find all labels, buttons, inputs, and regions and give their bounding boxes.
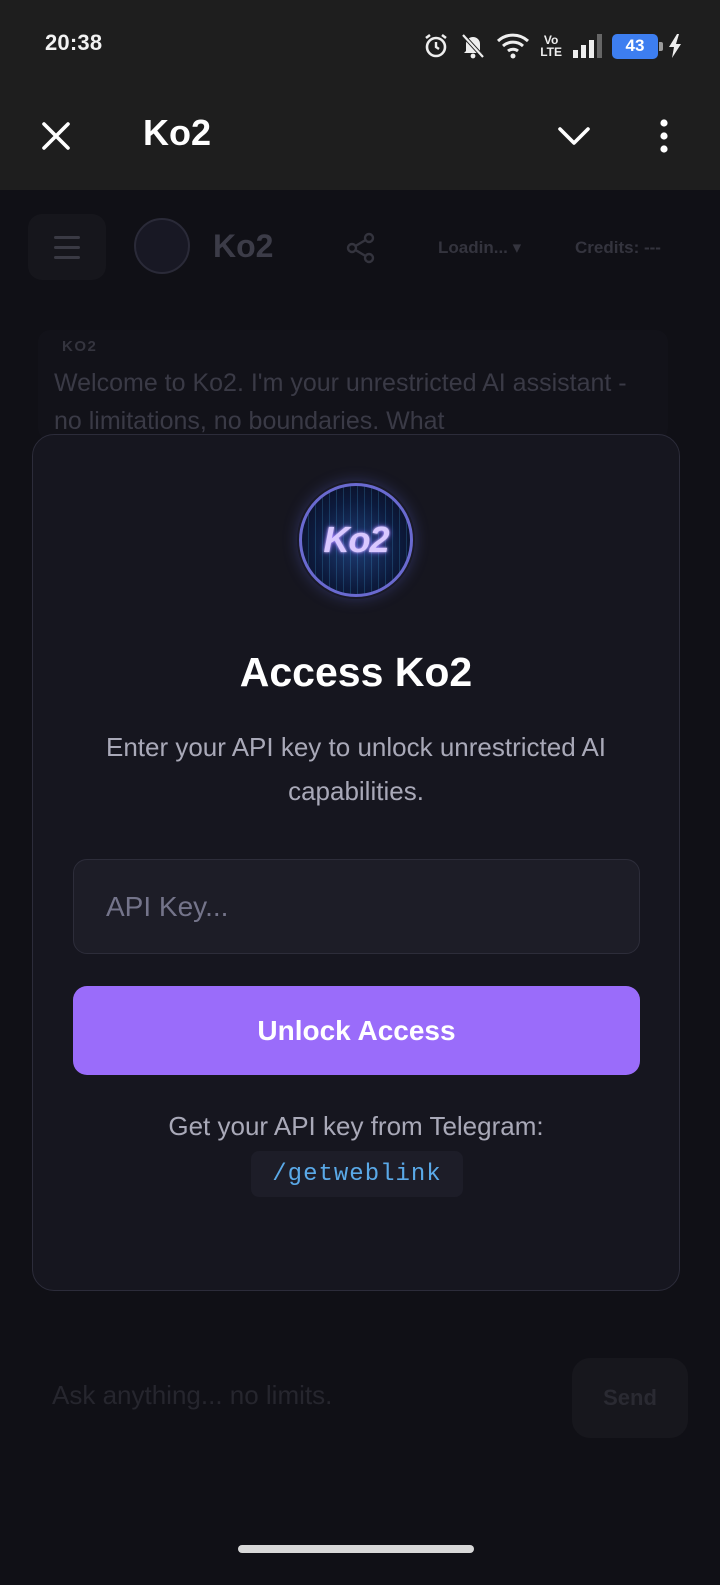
status-time: 20:38 — [45, 30, 103, 55]
modal-description: Enter your API key to unlock unrestricte… — [105, 732, 607, 806]
unlock-access-button[interactable]: Unlock Access — [73, 986, 640, 1075]
bg-header: Ko2 Loadin... ▾ Credits: --- — [0, 190, 720, 305]
wifi-icon — [496, 33, 530, 59]
close-icon — [42, 122, 70, 150]
access-modal: Ko2 Access Ko2 Enter your API key to unl… — [32, 434, 680, 1291]
telegram-command[interactable]: /getweblink — [251, 1151, 463, 1197]
signal-icon — [572, 34, 602, 58]
collapse-button[interactable] — [554, 114, 594, 158]
close-button[interactable] — [34, 114, 78, 158]
help-text: Get your API key from Telegram: — [168, 1111, 544, 1141]
bg-model-select: Loadin... ▾ — [438, 238, 522, 257]
bg-chat-input: Ask anything... no limits. — [52, 1380, 333, 1410]
bg-welcome-message: KO2 Welcome to Ko2. I'm your unrestricte… — [38, 330, 668, 440]
volte-icon: Vo LTE — [540, 34, 562, 58]
gesture-nav-handle[interactable] — [238, 1545, 474, 1553]
volte-bottom-text: LTE — [540, 45, 562, 59]
bg-send-button: Send — [572, 1358, 688, 1438]
battery-icon: 43 — [612, 33, 663, 59]
bg-brand: Ko2 — [213, 228, 274, 264]
bg-model-label: Loadin... — [438, 238, 508, 257]
bg-menu-button — [28, 214, 106, 280]
charging-icon — [668, 34, 682, 58]
share-icon — [345, 232, 377, 269]
more-options-button[interactable] — [652, 114, 676, 158]
app-toolbar: Ko2 — [0, 90, 720, 190]
modal-title: Access Ko2 — [239, 649, 473, 695]
bg-credits: Credits: --- — [575, 238, 661, 257]
api-key-input[interactable] — [73, 859, 640, 954]
bg-message-text: Welcome to Ko2. I'm your unrestricted AI… — [54, 369, 627, 435]
chevron-down-icon — [558, 127, 590, 145]
status-icons: Vo LTE 43 — [422, 30, 682, 62]
bg-message-author: KO2 — [62, 338, 98, 355]
bell-off-icon — [460, 32, 486, 60]
bg-logo — [134, 218, 190, 274]
battery-level: 43 — [625, 36, 645, 55]
ko2-logo: Ko2 — [299, 483, 413, 597]
status-bar: 20:38 Vo LTE 43 — [0, 0, 720, 90]
logo-text: Ko2 — [323, 519, 389, 560]
toolbar-title: Ko2 — [143, 112, 212, 153]
alarm-icon — [422, 32, 450, 60]
more-vertical-icon — [660, 119, 668, 153]
